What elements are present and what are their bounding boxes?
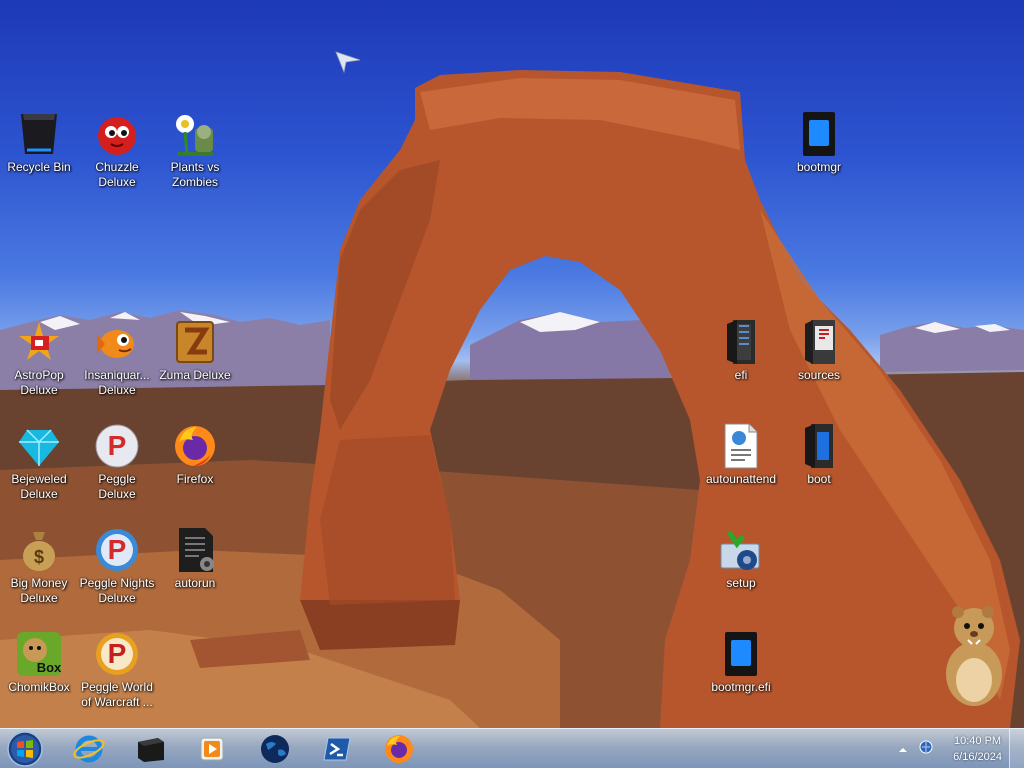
desktop-icon-setup[interactable]: setup [702, 526, 780, 591]
desktop-icon-label: setup [726, 576, 756, 590]
desktop-icon-peggle-world-of-warcraft[interactable]: P Peggle World of Warcraft ... [78, 630, 156, 710]
desktop-icon-recycle-bin[interactable]: Recycle Bin [0, 110, 78, 175]
desktop-icon-label: bootmgr [796, 160, 842, 174]
firefox-icon [385, 735, 413, 763]
folder-icon [795, 318, 843, 366]
astropop-icon [15, 318, 63, 366]
desktop-icon-label: sources [797, 368, 841, 382]
powershell-icon [323, 737, 351, 761]
chomikbox-icon: Box [15, 630, 63, 678]
desktop-icon-peggle-deluxe[interactable]: P Peggle Deluxe [78, 422, 156, 502]
desktop-icon-peggle-nights-deluxe[interactable]: P Peggle Nights Deluxe [78, 526, 156, 606]
desktop-icon-label: AstroPop Deluxe [14, 368, 64, 397]
desktop-icon-insaniquarium-deluxe[interactable]: Insaniquar... Deluxe [78, 318, 156, 398]
desktop-icon-bootmgr-efi[interactable]: bootmgr.efi [702, 630, 780, 695]
start-button[interactable] [5, 730, 45, 768]
desktop-icon-label: Big Money Deluxe [10, 576, 68, 605]
folder-icon [795, 422, 843, 470]
taskbar-globe-button[interactable] [250, 731, 300, 767]
show-desktop-button[interactable] [1009, 729, 1024, 769]
black-box-icon [138, 738, 164, 762]
desktop-icon-autorun[interactable]: autorun [156, 526, 234, 591]
recycle-bin-icon [15, 110, 63, 158]
desktop-icon-label: Insaniquar... Deluxe [84, 368, 150, 397]
system-tray: 10:40 PM 6/16/2024 [884, 729, 1024, 769]
desktop-icon-label: Plants vs Zombies [170, 160, 220, 189]
taskbar-black-box-button[interactable] [126, 731, 176, 767]
network-icon[interactable] [918, 739, 934, 755]
clock-time: 10:40 PM [953, 735, 1002, 747]
bejeweled-icon [15, 422, 63, 470]
bootmgr-file-icon [795, 110, 843, 158]
desktop-icon-label: efi [734, 368, 748, 382]
desktop-icon-plants-vs-zombies[interactable]: Plants vs Zombies [156, 110, 234, 190]
peggle-nights-icon: P [93, 526, 141, 574]
svg-text:Box: Box [37, 660, 62, 675]
internet-explorer-icon [73, 735, 105, 763]
money-bag-icon: $ [15, 526, 63, 574]
taskbar: 10:40 PM 6/16/2024 [0, 728, 1024, 769]
setup-icon [717, 526, 765, 574]
desktop-icon-label: Zuma Deluxe [159, 368, 231, 382]
desktop-icon-label: autounattend [705, 472, 777, 486]
desktop-icon-sources[interactable]: sources [780, 318, 858, 383]
desktop-icon-chuzzle-deluxe[interactable]: Chuzzle Deluxe [78, 110, 156, 190]
desktop-icon-label: autorun [174, 576, 216, 590]
desktop-icon-label: Bejeweled Deluxe [11, 472, 67, 501]
taskbar-clock[interactable]: 10:40 PM 6/16/2024 [953, 733, 1002, 765]
desktop-icon-astropop-deluxe[interactable]: AstroPop Deluxe [0, 318, 78, 398]
desktop-icon-label: Peggle Deluxe [98, 472, 136, 501]
desktop-icon-big-money-deluxe[interactable]: $ Big Money Deluxe [0, 526, 78, 606]
xml-file-icon [717, 422, 765, 470]
desktop-icon-chomikbox[interactable]: Box ChomikBox [0, 630, 78, 695]
desktop-icon-label: bootmgr.efi [711, 680, 771, 694]
desktop-icon-label: Chuzzle Deluxe [95, 160, 139, 189]
desktop-icon-bejeweled-deluxe[interactable]: Bejeweled Deluxe [0, 422, 78, 502]
clock-date: 6/16/2024 [953, 751, 1002, 763]
plants-vs-zombies-icon [171, 110, 219, 158]
desktop-icon-label: boot [807, 472, 831, 486]
peggle-icon: P [93, 422, 141, 470]
bootmgr-efi-file-icon [717, 630, 765, 678]
peggle-wow-icon: P [93, 630, 141, 678]
taskbar-powershell-button[interactable] [312, 731, 362, 767]
taskbar-firefox-button[interactable] [374, 731, 424, 767]
hamster-gadget[interactable] [938, 604, 1008, 708]
desktop-icon-label: ChomikBox [8, 680, 70, 694]
desktop-icon-zuma-deluxe[interactable]: Zuma Deluxe [156, 318, 234, 383]
svg-text:P: P [108, 430, 127, 461]
globe-icon [261, 735, 289, 763]
desktop-icon-label: Recycle Bin [7, 160, 71, 174]
desktop-icon-firefox[interactable]: Firefox [156, 422, 234, 487]
desktop-icon-label: Firefox [176, 472, 214, 486]
show-hidden-icons-arrow-icon[interactable] [898, 742, 908, 752]
svg-text:P: P [108, 638, 127, 669]
media-player-icon [200, 737, 224, 761]
taskbar-media-player-button[interactable] [188, 731, 238, 767]
desktop-icon-efi[interactable]: efi [702, 318, 780, 383]
svg-text:P: P [108, 534, 127, 565]
desktop-icon-autounattend[interactable]: autounattend [702, 422, 780, 487]
desktop-icon-label: Peggle Nights Deluxe [79, 576, 155, 605]
desktop-icon-label: Peggle World of Warcraft ... [81, 680, 153, 709]
firefox-icon [171, 422, 219, 470]
windows-orb-icon [7, 731, 43, 767]
autorun-file-icon [171, 526, 219, 574]
zuma-icon [171, 318, 219, 366]
taskbar-internet-explorer-button[interactable] [64, 731, 114, 767]
chuzzle-icon [93, 110, 141, 158]
desktop-icon-boot[interactable]: boot [780, 422, 858, 487]
svg-text:$: $ [34, 547, 44, 567]
insaniquarium-icon [93, 318, 141, 366]
desktop-icon-bootmgr[interactable]: bootmgr [780, 110, 858, 175]
folder-icon [717, 318, 765, 366]
